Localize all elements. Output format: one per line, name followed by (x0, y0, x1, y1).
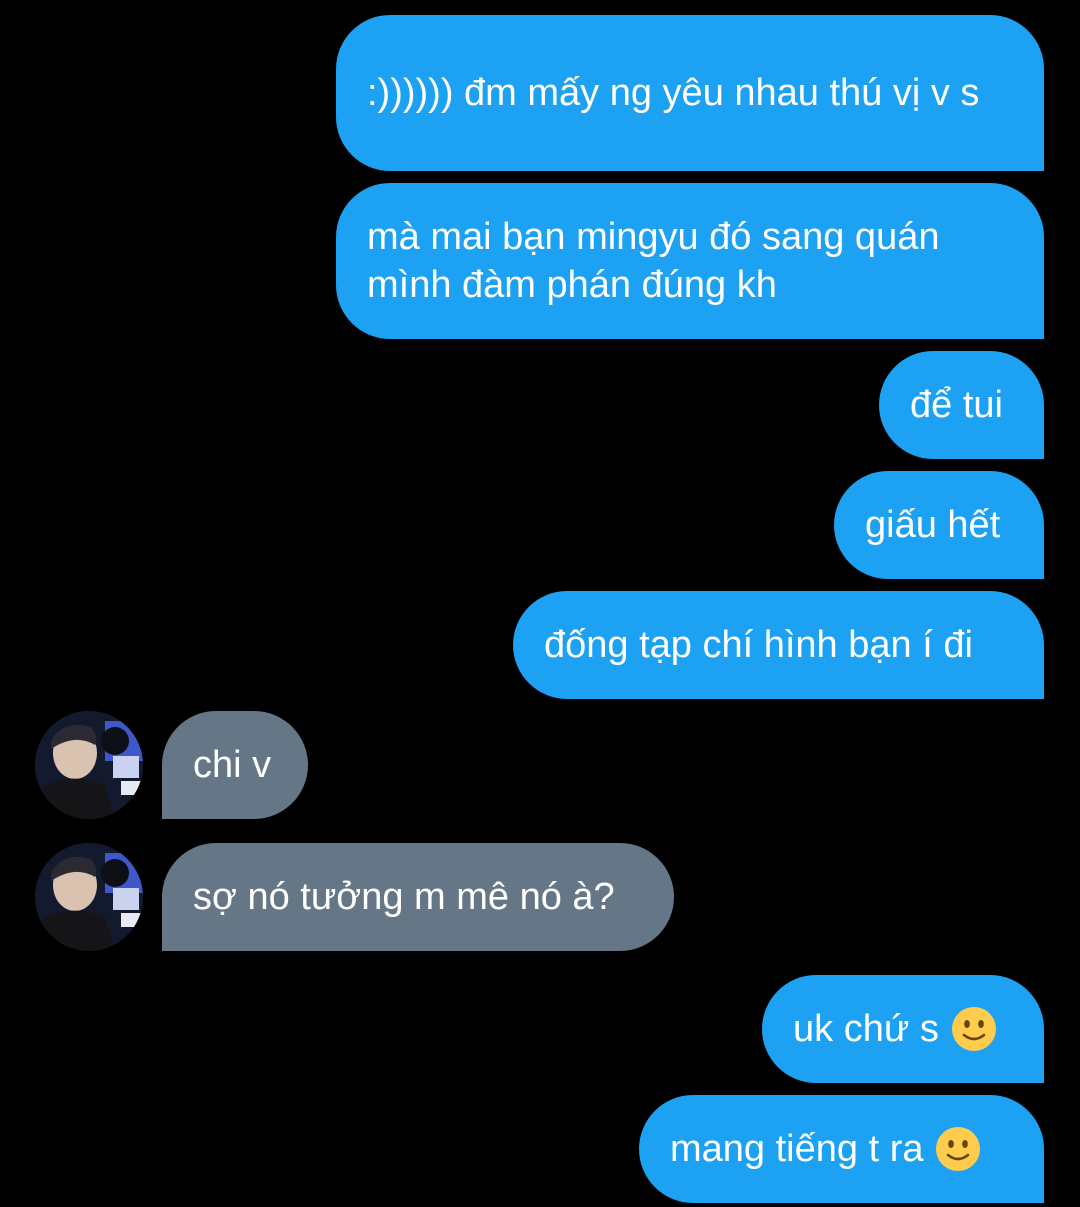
message-text: sợ nó tưởng m mê nó à? (193, 876, 615, 918)
message-bubble-outgoing[interactable]: uk chứ s (762, 975, 1044, 1083)
message-bubble-incoming[interactable]: sợ nó tưởng m mê nó à? (162, 843, 674, 951)
message-bubble-outgoing[interactable]: :)))))) đm mấy ng yêu nhau thú vị v s (336, 15, 1044, 171)
message-bubble-outgoing[interactable]: đống tạp chí hình bạn í đi (513, 591, 1044, 699)
message-bubble-outgoing[interactable]: để tui (879, 351, 1044, 459)
message-text: :)))))) đm mấy ng yêu nhau thú vị v s (367, 72, 980, 114)
slightly-smiling-face-icon (951, 1007, 996, 1051)
message-text: đống tạp chí hình bạn í đi (544, 624, 973, 666)
message-bubble-outgoing[interactable]: giấu hết (834, 471, 1044, 579)
avatar-photo-icon (35, 711, 143, 819)
message-text: giấu hết (865, 504, 1001, 546)
message-bubble-outgoing[interactable]: mang tiếng t ra (639, 1095, 1044, 1203)
message-bubble-incoming[interactable]: chi v (162, 711, 308, 819)
contact-avatar[interactable] (35, 843, 143, 951)
contact-avatar[interactable] (35, 711, 143, 819)
message-text: để tui (910, 384, 1003, 426)
message-text: chi v (193, 744, 272, 786)
message-text: mà mai bạn mingyu đó sang quán mình đàm … (367, 216, 951, 306)
message-text: mang tiếng t ra (670, 1128, 924, 1170)
slightly-smiling-face-icon (936, 1127, 981, 1171)
avatar-photo-icon (35, 843, 143, 951)
message-bubble-outgoing[interactable]: mà mai bạn mingyu đó sang quán mình đàm … (336, 183, 1044, 339)
message-text: uk chứ s (793, 1008, 939, 1050)
